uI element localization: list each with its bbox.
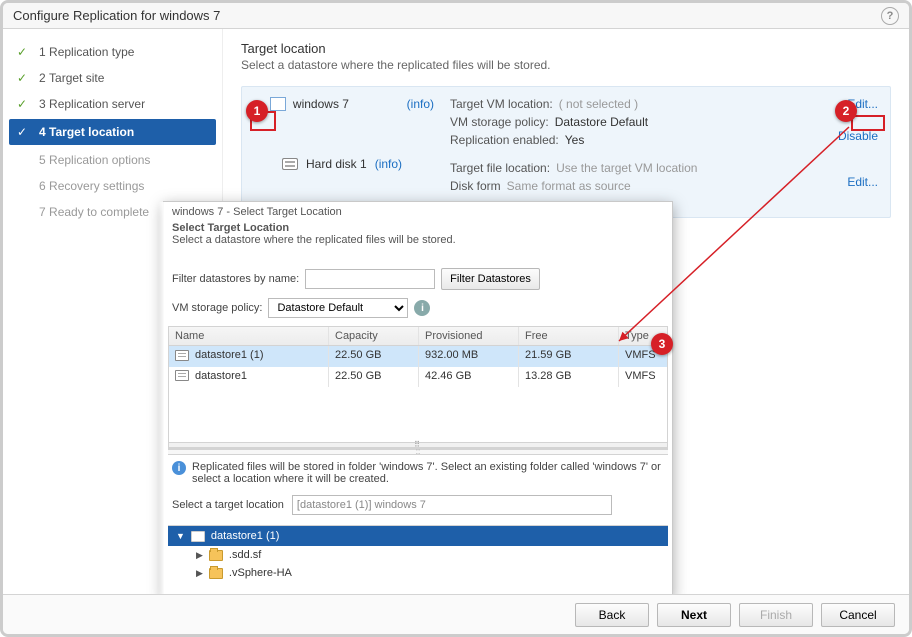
table-row[interactable]: datastore1 22.50 GB 42.46 GB 13.28 GB VM… bbox=[169, 367, 667, 388]
check-icon: ✓ bbox=[17, 97, 31, 111]
step-recovery-settings: ✓ 6 Recovery settings bbox=[3, 173, 222, 199]
cancel-button[interactable]: Cancel bbox=[821, 603, 895, 627]
folder-tree: ▼ datastore1 (1) ▶ .sdd.sf ▶ .vSphere-HA bbox=[168, 525, 668, 582]
table-row[interactable]: datastore1 (1) 22.50 GB 932.00 MB 21.59 … bbox=[169, 346, 667, 367]
check-icon: ✓ bbox=[17, 45, 31, 59]
expand-toggle-icon[interactable]: ▶ bbox=[196, 550, 203, 561]
disk-row: Hard disk 1 (info) bbox=[254, 157, 434, 171]
step-replication-server[interactable]: ✓ 3 Replication server bbox=[3, 91, 222, 117]
table-header: Name Capacity Provisioned Free Type bbox=[169, 327, 667, 346]
disk-icon bbox=[282, 158, 298, 170]
tree-node[interactable]: ▶ .vSphere-HA bbox=[168, 564, 668, 582]
dialog-breadcrumb: windows 7 - Select Target Location bbox=[164, 202, 672, 218]
check-icon: ✓ bbox=[17, 125, 31, 139]
expand-toggle-icon[interactable]: ▼ bbox=[176, 531, 185, 541]
target-file-location-label: Target file location: bbox=[450, 161, 550, 175]
step-replication-options: ✓ 5 Replication options bbox=[3, 147, 222, 173]
wizard-footer: Back Next Finish Cancel bbox=[3, 594, 909, 634]
col-free[interactable]: Free bbox=[519, 327, 619, 345]
callout-1: 1 bbox=[246, 100, 268, 122]
col-capacity[interactable]: Capacity bbox=[329, 327, 419, 345]
section-subheading: Select a datastore where the replicated … bbox=[241, 58, 891, 72]
step-target-location[interactable]: ✓ 4 Target location bbox=[9, 119, 216, 145]
col-name[interactable]: Name bbox=[169, 327, 329, 345]
callout-2: 2 bbox=[835, 100, 857, 122]
target-vm-location-label: Target VM location: bbox=[450, 97, 553, 111]
step-target-site[interactable]: ✓ 2 Target site bbox=[3, 65, 222, 91]
folder-icon bbox=[209, 568, 223, 579]
step-replication-type[interactable]: ✓ 1 Replication type bbox=[3, 39, 222, 65]
section-heading: Target location bbox=[241, 41, 891, 56]
datastore-icon bbox=[175, 370, 189, 381]
vm-storage-policy-value: Datastore Default bbox=[555, 115, 648, 129]
tree-root[interactable]: ▼ datastore1 (1) bbox=[168, 526, 668, 546]
select-target-label: Select a target location bbox=[172, 499, 284, 511]
replicated-files-note: Replicated files will be stored in folde… bbox=[192, 461, 664, 485]
datastore-table: Name Capacity Provisioned Free Type data… bbox=[168, 326, 668, 449]
disk-info-link[interactable]: (info) bbox=[375, 157, 402, 171]
select-target-location-dialog: windows 7 - Select Target Location Selec… bbox=[163, 201, 673, 599]
tree-node[interactable]: ▶ .sdd.sf bbox=[168, 546, 668, 564]
replication-enabled-label: Replication enabled: bbox=[450, 133, 559, 147]
vm-icon bbox=[271, 98, 285, 110]
target-vm-location-value: ( not selected ) bbox=[559, 97, 638, 111]
next-button[interactable]: Next bbox=[657, 603, 731, 627]
vm-storage-policy-select[interactable]: Datastore Default bbox=[268, 298, 408, 318]
dialog-subtitle: Select a datastore where the replicated … bbox=[164, 234, 672, 246]
disable-replication-link[interactable]: Disable bbox=[808, 129, 878, 143]
vm-storage-policy-label: VM storage policy: bbox=[450, 115, 549, 129]
vm-header-row[interactable]: ▼ windows 7 (info) bbox=[254, 97, 434, 111]
help-icon[interactable]: ? bbox=[881, 7, 899, 25]
disk-label: Hard disk 1 bbox=[306, 157, 367, 171]
check-icon: ✓ bbox=[17, 71, 31, 85]
expand-toggle-icon[interactable]: ▶ bbox=[196, 568, 203, 579]
filter-datastores-button[interactable]: Filter Datastores bbox=[441, 268, 540, 290]
finish-button: Finish bbox=[739, 603, 813, 627]
col-provisioned[interactable]: Provisioned bbox=[419, 327, 519, 345]
filter-label: Filter datastores by name: bbox=[172, 273, 299, 285]
dialog-title: Select Target Location bbox=[172, 222, 289, 234]
callout-3: 3 bbox=[651, 333, 673, 355]
vm-block: ▼ windows 7 (info) Hard disk 1 (info) Ta… bbox=[241, 86, 891, 218]
disk-format-value: Same format as source bbox=[507, 179, 631, 193]
info-icon[interactable]: i bbox=[414, 300, 430, 316]
datastore-icon bbox=[191, 531, 205, 542]
replication-enabled-value: Yes bbox=[565, 133, 585, 147]
edit-file-location-link[interactable]: Edit... bbox=[808, 175, 878, 189]
filter-input[interactable] bbox=[305, 269, 435, 289]
target-location-input[interactable] bbox=[292, 495, 612, 515]
datastore-icon bbox=[175, 350, 189, 361]
disk-format-label: Disk form bbox=[450, 179, 501, 193]
back-button[interactable]: Back bbox=[575, 603, 649, 627]
info-icon: i bbox=[172, 461, 186, 475]
vm-info-link[interactable]: (info) bbox=[407, 97, 434, 111]
window-title: Configure Replication for windows 7 bbox=[13, 3, 220, 29]
folder-icon bbox=[209, 550, 223, 561]
vm-name: windows 7 bbox=[293, 97, 349, 111]
dialog-policy-label: VM storage policy: bbox=[172, 302, 262, 314]
target-file-location-value: Use the target VM location bbox=[556, 161, 697, 175]
